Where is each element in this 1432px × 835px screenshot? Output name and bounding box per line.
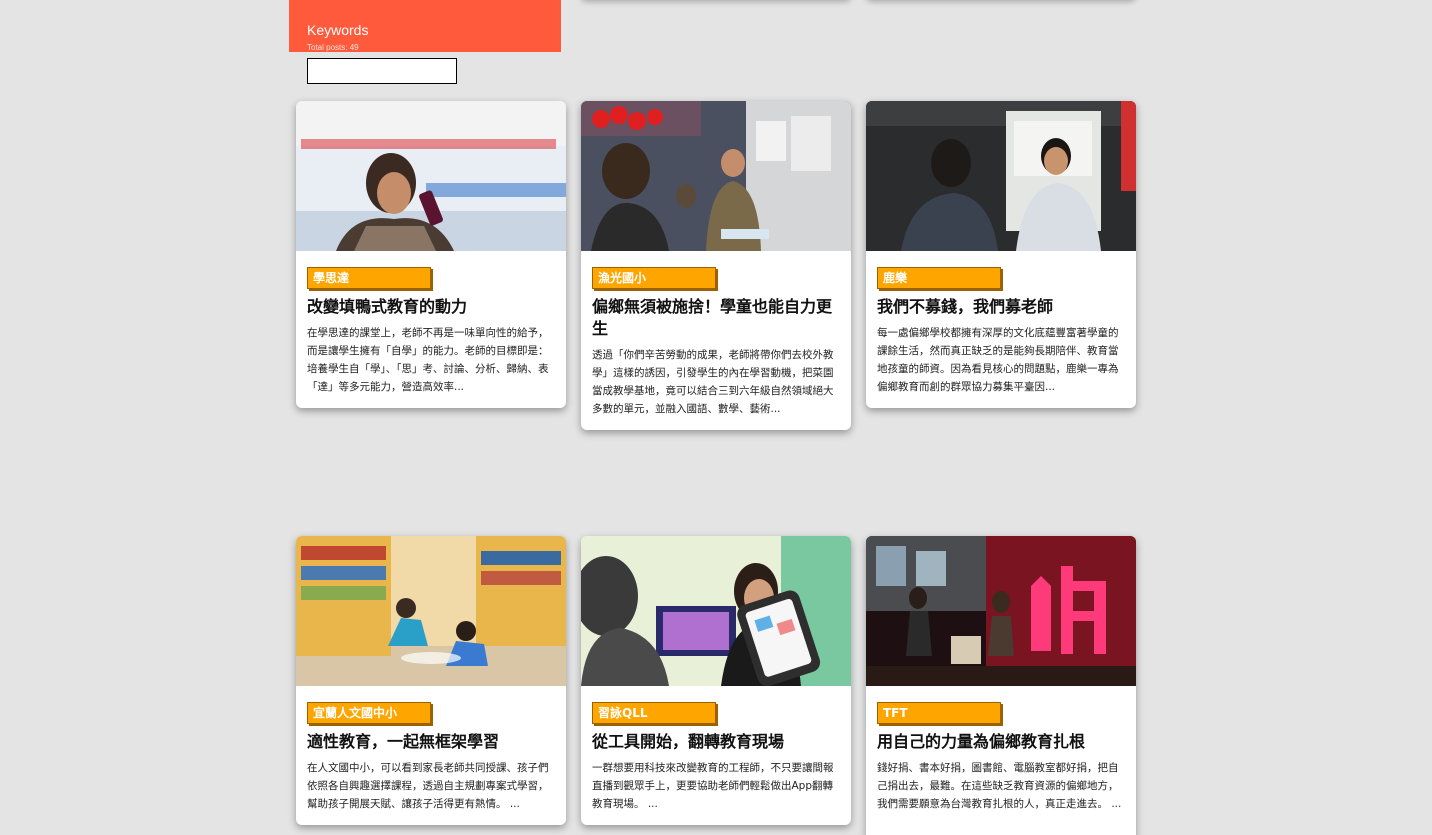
post-tag[interactable]: 宜蘭人文國中小 bbox=[307, 702, 431, 724]
post-thumbnail[interactable] bbox=[866, 536, 1136, 686]
keywords-panel: Keywords Total posts: 49 bbox=[289, 0, 561, 52]
keywords-title: Keywords bbox=[307, 22, 369, 38]
post-thumbnail[interactable] bbox=[581, 101, 851, 251]
post-excerpt: 錢好捐、書本好捐，圖書館、電腦教室都好捐，把自己捐出去，最難。在這些缺乏教育資源… bbox=[877, 762, 1122, 810]
post-tag[interactable]: 漁光國小 bbox=[592, 267, 716, 289]
post-card[interactable]: 習詠QLL 從工具開始，翻轉教育現場 一群想要用科技來改變教育的工程師，不只要讓… bbox=[581, 536, 851, 825]
post-title[interactable]: 適性教育，一起無框架學習 bbox=[307, 731, 555, 753]
post-excerpt: 一群想要用科技來改變教育的工程師，不只要讓間報直播到觀眾手上，更要協助老師們輕鬆… bbox=[592, 762, 834, 810]
total-posts-label: Total posts: 49 bbox=[307, 43, 359, 52]
post-tag[interactable]: 學思達 bbox=[307, 267, 431, 289]
post-title[interactable]: 改變填鴨式教育的動力 bbox=[307, 296, 555, 318]
post-title[interactable]: 從工具開始，翻轉教育現場 bbox=[592, 731, 840, 753]
post-excerpt: 透過「你們辛苦勞動的成果，老師將帶你們去校外教學」這樣的誘因，引發學生的內在學習… bbox=[592, 349, 834, 415]
post-title[interactable]: 用自己的力量為偏鄉教育扎根 bbox=[877, 731, 1125, 753]
post-excerpt: 每一處偏鄉學校都擁有深厚的文化底蘊豐富著學童的課餘生活，然而真正缺乏的是能夠長期… bbox=[877, 327, 1119, 393]
post-tag[interactable]: 鹿樂 bbox=[877, 267, 1001, 289]
post-excerpt: 在人文國中小，可以看到家長老師共同授課、孩子們依照各自興趣選擇課程，透過自主規劃… bbox=[307, 762, 549, 810]
post-tag[interactable]: 習詠QLL bbox=[592, 702, 716, 724]
post-card[interactable]: 鹿樂 我們不募錢，我們募老師 每一處偏鄉學校都擁有深厚的文化底蘊豐富著學童的課餘… bbox=[866, 101, 1136, 408]
post-thumbnail[interactable] bbox=[581, 536, 851, 686]
post-tag[interactable]: TFT bbox=[877, 702, 1001, 724]
post-card[interactable]: TFT 用自己的力量為偏鄉教育扎根 錢好捐、書本好捐，圖書館、電腦教室都好捐，把… bbox=[866, 536, 1136, 835]
post-title[interactable]: 偏鄉無須被施捨！學童也能自力更生 bbox=[592, 296, 840, 340]
post-card[interactable]: 學思達 改變填鴨式教育的動力 在學思達的課堂上，老師不再是一味單向性的給予，而是… bbox=[296, 101, 566, 408]
post-thumbnail[interactable] bbox=[296, 101, 566, 251]
post-card[interactable]: 宜蘭人文國中小 適性教育，一起無框架學習 在人文國中小，可以看到家長老師共同授課… bbox=[296, 536, 566, 825]
post-card[interactable]: 漁光國小 偏鄉無須被施捨！學童也能自力更生 透過「你們辛苦勞動的成果，老師將帶你… bbox=[581, 101, 851, 430]
post-thumbnail[interactable] bbox=[296, 536, 566, 686]
post-excerpt: 在學思達的課堂上，老師不再是一味單向性的給予，而是讓學生擁有「自學」的能力。老師… bbox=[307, 327, 549, 393]
post-title[interactable]: 我們不募錢，我們募老師 bbox=[877, 296, 1125, 318]
keyword-search-input[interactable] bbox=[307, 58, 457, 84]
post-thumbnail[interactable] bbox=[866, 101, 1136, 251]
